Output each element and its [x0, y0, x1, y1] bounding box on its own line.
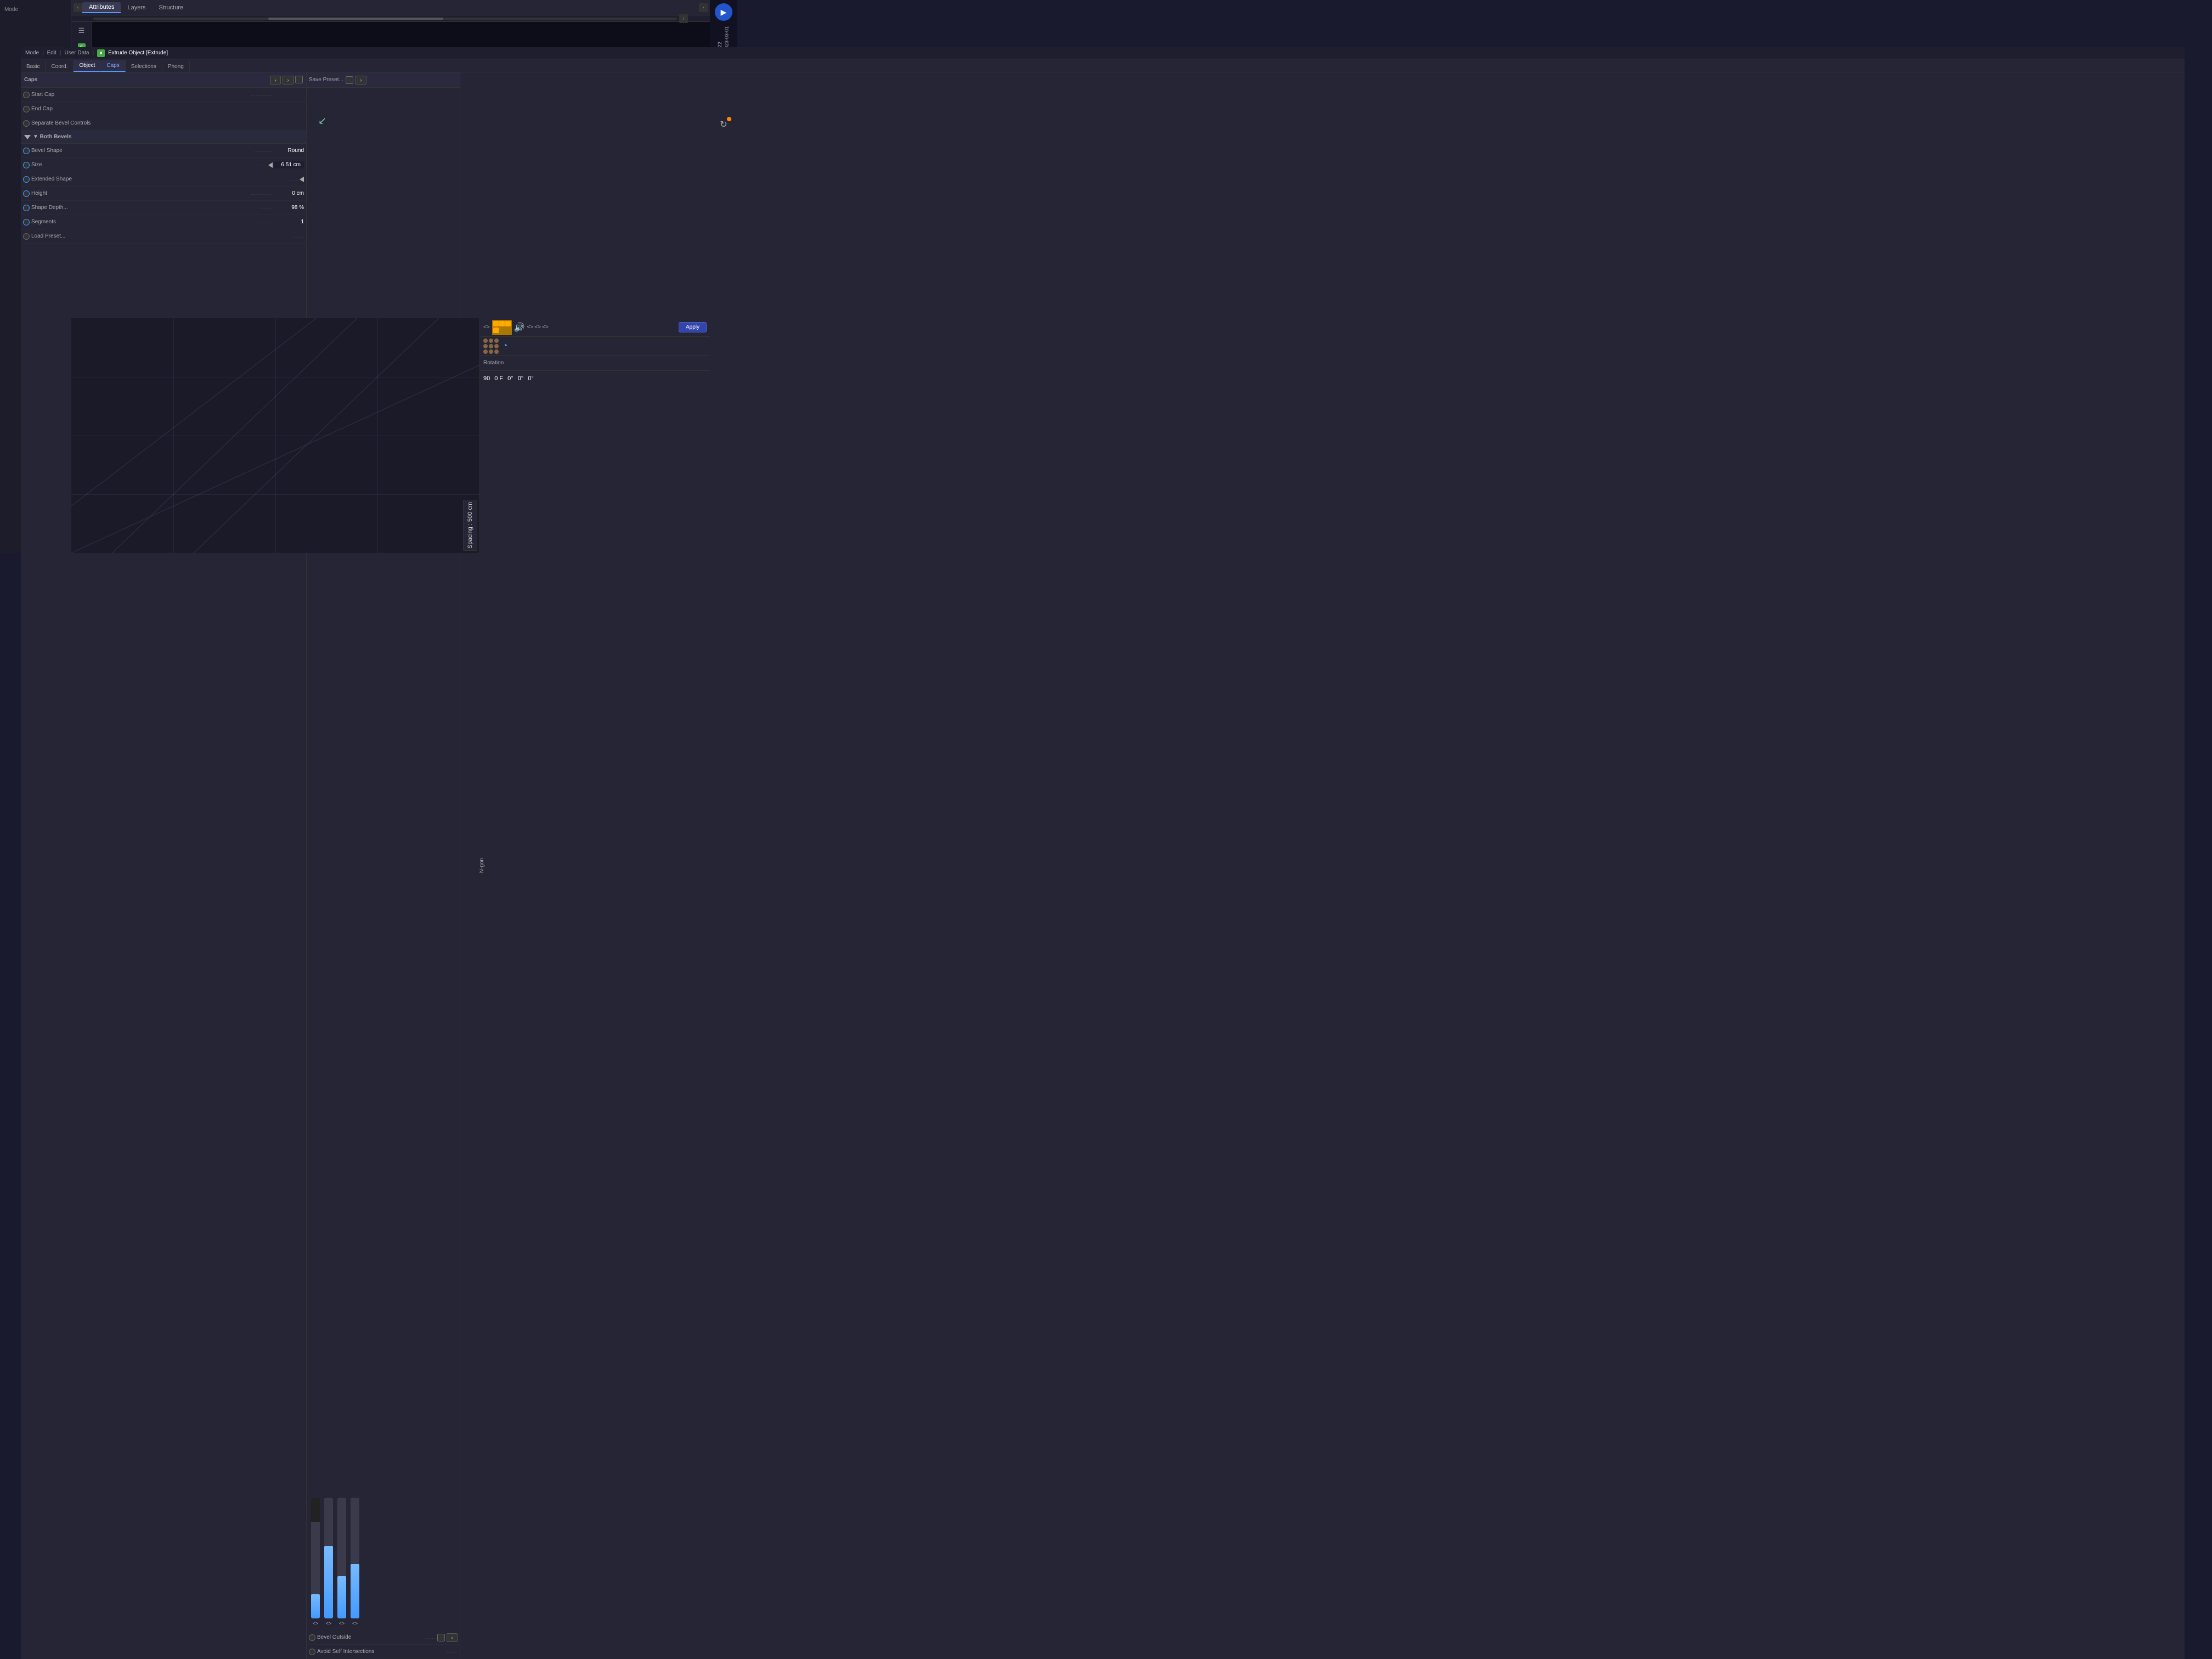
chevron-left[interactable]: <>: [527, 324, 534, 330]
ext-shape-arrow[interactable]: [300, 177, 304, 182]
top-tab-bar: ‹ Attributes Layers Structure ›: [71, 0, 710, 15]
prop-tab-caps[interactable]: Caps: [101, 60, 125, 72]
spacing-label: Spacing : 500 cm: [467, 502, 473, 549]
bevel-shape-row: Bevel Shape .......... Round: [92, 144, 306, 158]
next-arrow-btn[interactable]: ›: [283, 76, 294, 84]
scroll-left-arrow[interactable]: ‹: [74, 3, 82, 12]
apply-button[interactable]: Apply: [679, 322, 707, 332]
val-rot-x: 0°: [507, 375, 514, 382]
prev-arrow-btn[interactable]: ›: [270, 76, 281, 84]
film-strip-icon: [492, 320, 512, 335]
hamburger-icon[interactable]: ☰: [75, 24, 88, 37]
separate-bevel-label: Separate Bevel Controls: [92, 120, 304, 126]
segments-label: Segments: [92, 219, 249, 225]
scroll-right-arrow[interactable]: ›: [699, 3, 708, 12]
end-cap-row: End Cap ............: [92, 102, 306, 116]
orange-dot: [727, 117, 731, 121]
save-preset-label: Save Preset...: [309, 77, 343, 83]
size-value[interactable]: 6.51 cm: [274, 161, 304, 168]
chevron-right[interactable]: <>: [534, 324, 541, 330]
wireframe-svg: [71, 318, 479, 553]
val-90: 90: [483, 375, 490, 382]
caps-checkbox[interactable]: [295, 76, 303, 83]
rotation-label: Rotation: [483, 360, 504, 366]
tab-attributes[interactable]: Attributes: [82, 2, 121, 13]
extended-shape-row: Extended Shape ......: [92, 172, 306, 187]
save-preset-checkbox[interactable]: [346, 76, 353, 84]
grid-dots-icon: [483, 338, 499, 354]
tab-structure[interactable]: Structure: [153, 3, 190, 13]
extended-shape-label: Extended Shape: [92, 176, 286, 182]
height-value: 0 cm: [274, 190, 304, 196]
speaker-icon[interactable]: 🔊: [514, 322, 525, 333]
val-rot-y: 0°: [518, 375, 524, 382]
viewport-area: Spacing : 500 cm <>: [71, 318, 710, 553]
shape-depth-label: Shape Depth...: [92, 205, 260, 211]
app-window: Mode ‹ Attributes Layers Structure › › ☰: [0, 0, 737, 553]
save-preset-arrow[interactable]: ›: [356, 76, 366, 84]
segments-row: Segments ............ 1: [92, 215, 306, 229]
chevron-more[interactable]: <>: [542, 324, 549, 330]
shape-depth-value: 98 %: [274, 205, 304, 211]
bevel-shape-label: Bevel Shape: [92, 148, 253, 154]
load-preset-label: Load Preset...: [92, 233, 292, 239]
prop-tab-phong[interactable]: Phong: [162, 61, 190, 72]
viewport-canvas[interactable]: Spacing : 500 cm: [71, 318, 479, 553]
height-label: Height: [92, 190, 249, 196]
end-cap-label: End Cap: [92, 106, 249, 112]
bottom-arrows-group: <> <> <>: [527, 324, 549, 330]
load-preset-row: Load Preset... ......: [92, 229, 306, 244]
content-browser-label: Mode: [4, 4, 66, 15]
bottom-nav-arrow[interactable]: <>: [483, 324, 490, 330]
segments-value: 1: [274, 219, 304, 225]
breadcrumb-object: Extrude Object [Extrude]: [108, 50, 168, 56]
separate-bevel-row: Separate Bevel Controls: [92, 116, 306, 131]
bottom-properties-strip: <> 🔊 <> <> <>: [479, 318, 710, 553]
val-0f: 0 F: [494, 375, 503, 382]
properties-area: Mode | Edit | User Data | ■ Extrude Obje…: [92, 22, 710, 318]
object-icon: ■: [97, 49, 105, 57]
tab-layers[interactable]: Layers: [121, 3, 152, 13]
prop-tab-object[interactable]: Object: [92, 60, 101, 72]
refresh-icon-container[interactable]: ↻: [716, 117, 731, 132]
size-label: Size: [92, 162, 247, 168]
bevel-shape-value: Round: [274, 148, 304, 154]
val-rot-z: 0°: [528, 375, 534, 382]
wave-icon: ◔: [502, 340, 508, 352]
size-row: Size .......... 6.51 cm: [92, 158, 306, 172]
size-dec-arrow[interactable]: [268, 162, 273, 168]
height-row: Height ............ 0 cm: [92, 187, 306, 201]
main-column: ‹ Attributes Layers Structure › › ☰ E +: [71, 0, 710, 553]
start-cap-label: Start Cap: [92, 92, 249, 98]
attributes-panel: ☰ E + ◎ 🔒 ▼ 🔍 ⇧ ⇨ ⇦ Mode |: [71, 22, 710, 318]
start-cap-row: Start Cap ............: [92, 88, 306, 102]
prop-tab-selections[interactable]: Selections: [126, 61, 162, 72]
nav-blue-circle[interactable]: ▶: [715, 3, 732, 21]
spacing-container: Spacing : 500 cm: [461, 498, 479, 553]
shape-depth-row: Shape Depth... ...... 98 %: [92, 201, 306, 215]
